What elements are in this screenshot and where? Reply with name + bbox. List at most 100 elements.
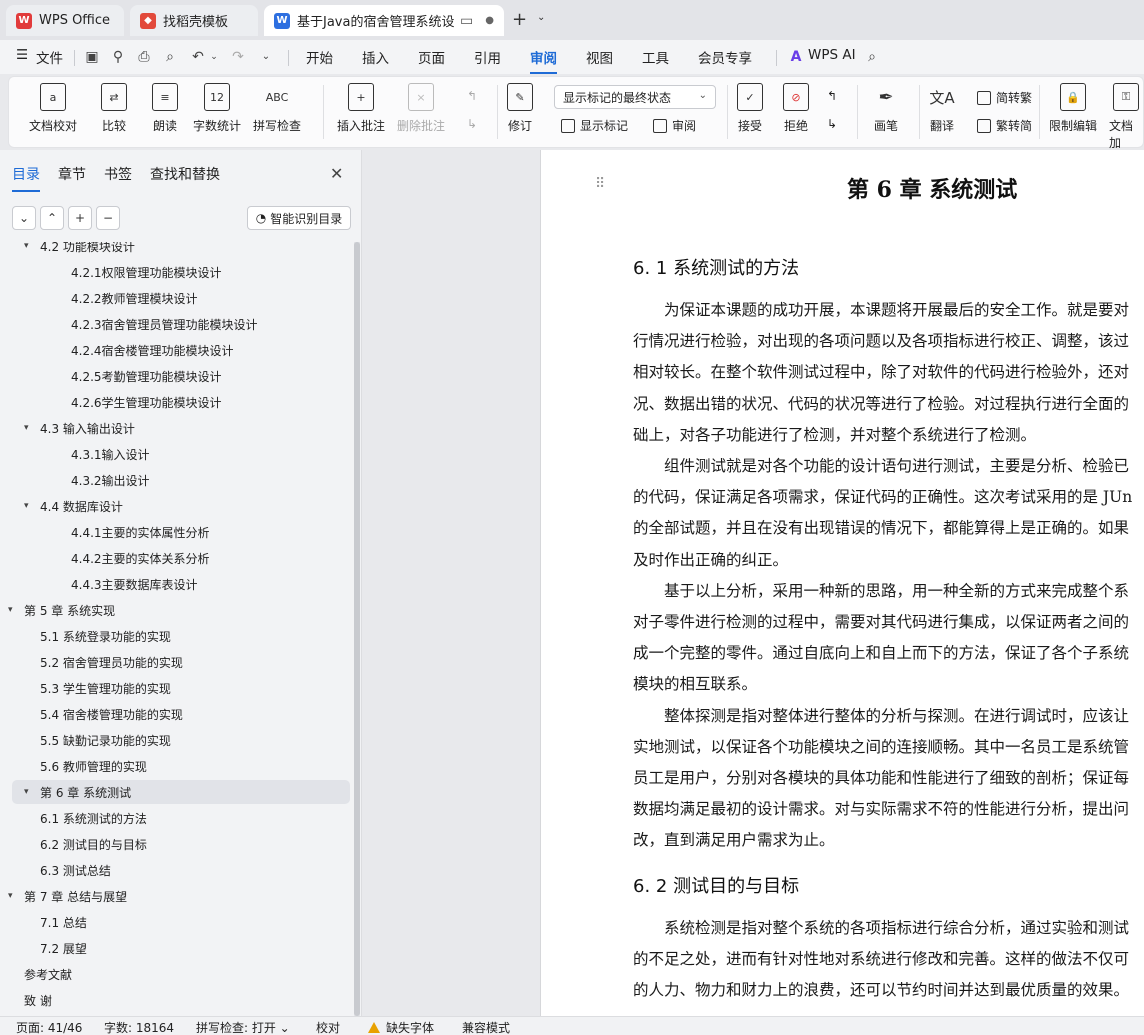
prev-change-icon[interactable]: ↰	[827, 89, 837, 103]
toc-item[interactable]: ▾ 第 5 章 系统实现	[8, 598, 115, 622]
show-markup-button[interactable]: 显示标记	[561, 117, 628, 134]
tab-find-replace[interactable]: 查找和替换	[150, 164, 220, 184]
missing-font-indicator[interactable]: 缺失字体	[368, 1019, 434, 1035]
toc-item[interactable]: ▾ 第 6 章 系统测试	[12, 780, 350, 804]
add-icon[interactable]: +	[68, 206, 92, 230]
menu-view[interactable]: 视图	[586, 47, 613, 67]
review-pane-button[interactable]: 审阅	[653, 117, 696, 134]
toc-item[interactable]: 5.1 系统登录功能的实现	[40, 624, 171, 648]
page-indicator[interactable]: 页面: 41/46	[16, 1019, 82, 1035]
proof-indicator[interactable]: 校对	[316, 1019, 340, 1035]
toc-item[interactable]: 4.2.1权限管理功能模块设计	[71, 260, 222, 284]
menu-page[interactable]: 页面	[418, 47, 445, 67]
toc-item[interactable]: 5.6 教师管理的实现	[40, 754, 147, 778]
read-aloud-button[interactable]: ≡ 朗读	[152, 83, 178, 134]
document-page[interactable]: ⠿ 第 6 章 系统测试 6. 1 系统测试的方法 为保证本课题的成功开展，本课…	[540, 150, 1144, 1016]
drag-handle-icon[interactable]: ⠿	[595, 176, 605, 192]
delete-comment-button[interactable]: × 删除批注	[397, 83, 445, 134]
tab-docer-templates[interactable]: ◆ 找稻壳模板	[130, 5, 258, 36]
reject-button[interactable]: ⊘ 拒绝	[783, 83, 809, 134]
chevron-down-icon[interactable]: ⌄	[206, 49, 222, 65]
toc-item[interactable]: 4.4.1主要的实体属性分析	[71, 520, 210, 544]
toc-item[interactable]: 4.2.6学生管理功能模块设计	[71, 390, 222, 414]
restrict-edit-button[interactable]: 🔒 限制编辑	[1049, 83, 1097, 134]
chevron-down-icon[interactable]: ⌄	[258, 49, 274, 65]
toc-item[interactable]: 5.3 学生管理功能的实现	[40, 676, 171, 700]
compare-button[interactable]: ⇄ 比较	[101, 83, 127, 134]
toc-item[interactable]: 6.3 测试总结	[40, 858, 111, 882]
toc-item[interactable]: 4.4.2主要的实体关系分析	[71, 546, 210, 570]
expand-caret-icon[interactable]: ▾	[8, 605, 16, 615]
spell-check-indicator[interactable]: 拼写检查: 打开 ⌄	[196, 1019, 290, 1035]
tab-bookmarks[interactable]: 书签	[104, 164, 132, 184]
expand-caret-icon[interactable]: ▾	[24, 242, 32, 251]
word-count-indicator[interactable]: 字数: 18164	[104, 1019, 174, 1035]
print-icon[interactable]: ⎙	[136, 49, 152, 65]
menu-wps-ai[interactable]: WPS AI	[808, 47, 856, 63]
save-icon[interactable]: ▣	[84, 49, 100, 65]
menu-tools[interactable]: 工具	[642, 47, 669, 67]
toc-item[interactable]: 致 谢	[24, 988, 52, 1012]
menu-review[interactable]: 审阅	[530, 47, 557, 74]
toc-item[interactable]: 5.4 宿舍楼管理功能的实现	[40, 702, 183, 726]
insert-comment-button[interactable]: + 插入批注	[337, 83, 385, 134]
tab-toc[interactable]: 目录	[12, 164, 40, 192]
menu-insert[interactable]: 插入	[362, 47, 389, 67]
menu-membership[interactable]: 会员专享	[698, 47, 752, 67]
ai-toc-button[interactable]: ◔ 智能识别目录	[247, 206, 351, 230]
toc-item[interactable]: 4.3.2输出设计	[71, 468, 150, 492]
toc-item[interactable]: 6.1 系统测试的方法	[40, 806, 147, 830]
tab-wps-office[interactable]: W WPS Office	[6, 5, 124, 36]
translate-button[interactable]: 文A 翻译	[929, 83, 955, 134]
to-simplified-button[interactable]: 繁转简	[977, 117, 1032, 134]
word-count-button[interactable]: 12 字数统计	[193, 83, 241, 134]
toc-item[interactable]: 4.2.2教师管理模块设计	[71, 286, 198, 310]
hamburger-icon[interactable]: ☰	[16, 47, 28, 63]
toc-scrollbar[interactable]	[354, 242, 360, 1016]
expand-caret-icon[interactable]: ▾	[24, 501, 32, 511]
toc-item[interactable]: 4.4.3主要数据库表设计	[71, 572, 198, 596]
unsaved-dot-icon[interactable]: ●	[485, 15, 494, 26]
markup-state-select[interactable]: 显示标记的最终状态 ⌄	[554, 85, 716, 109]
expand-caret-icon[interactable]: ▾	[24, 787, 32, 797]
tab-sections[interactable]: 章节	[58, 164, 86, 184]
chevron-down-icon[interactable]: ⌄	[537, 12, 545, 23]
scrollbar-thumb[interactable]	[354, 242, 360, 1016]
prev-comment-icon[interactable]: ↰	[467, 89, 477, 103]
menu-file[interactable]: 文件	[36, 47, 63, 67]
toc-item[interactable]: ▾ 4.4 数据库设计	[24, 494, 123, 518]
toc-item[interactable]: ▾ 4.2 功能模块设计	[24, 242, 135, 258]
spell-check-button[interactable]: ABC 拼写检查	[253, 83, 301, 134]
toc-item[interactable]: 7.2 展望	[40, 936, 87, 960]
toc-item[interactable]: 4.2.5考勤管理功能模块设计	[71, 364, 222, 388]
remove-icon[interactable]: −	[96, 206, 120, 230]
share-icon[interactable]: ⚲	[110, 49, 126, 65]
redo-icon[interactable]: ↷	[230, 49, 246, 65]
toc-item[interactable]: 参考文献	[24, 962, 72, 986]
print-preview-icon[interactable]: ⌕	[162, 49, 178, 65]
collapse-down-icon[interactable]: ⌄	[12, 206, 36, 230]
menu-references[interactable]: 引用	[474, 47, 501, 67]
search-icon[interactable]: ⌕	[864, 49, 880, 65]
next-comment-icon[interactable]: ↳	[467, 117, 477, 131]
expand-caret-icon[interactable]: ▾	[8, 891, 16, 901]
pen-button[interactable]: ✒ 画笔	[873, 83, 899, 134]
tab-current-document[interactable]: W 基于Java的宿舍管理系统设计与 ▭ ●	[264, 5, 504, 36]
new-tab-icon[interactable]: +	[512, 9, 527, 30]
accept-button[interactable]: ✓ 接受	[737, 83, 763, 134]
menu-home[interactable]: 开始	[306, 47, 333, 67]
expand-caret-icon[interactable]: ▾	[24, 423, 32, 433]
toc-item[interactable]: 4.3.1输入设计	[71, 442, 150, 466]
to-traditional-button[interactable]: 简转繁	[977, 89, 1032, 106]
toc-item[interactable]: 4.2.3宿舍管理员管理功能模块设计	[71, 312, 258, 336]
doc-encrypt-button[interactable]: ⚿ 文档加	[1109, 83, 1143, 151]
toc-item[interactable]: ▾ 4.3 输入输出设计	[24, 416, 135, 440]
toc-item[interactable]: 4.2.4宿舍楼管理功能模块设计	[71, 338, 234, 362]
toc-item[interactable]: ▾ 第 7 章 总结与展望	[8, 884, 127, 908]
toc-item[interactable]: 6.2 测试目的与目标	[40, 832, 147, 856]
close-icon[interactable]: ✕	[330, 164, 343, 183]
doc-check-button[interactable]: a 文档校对	[29, 83, 77, 134]
collapse-up-icon[interactable]: ⌃	[40, 206, 64, 230]
toc-item[interactable]: 7.1 总结	[40, 910, 87, 934]
toc-item[interactable]: 5.2 宿舍管理员功能的实现	[40, 650, 183, 674]
